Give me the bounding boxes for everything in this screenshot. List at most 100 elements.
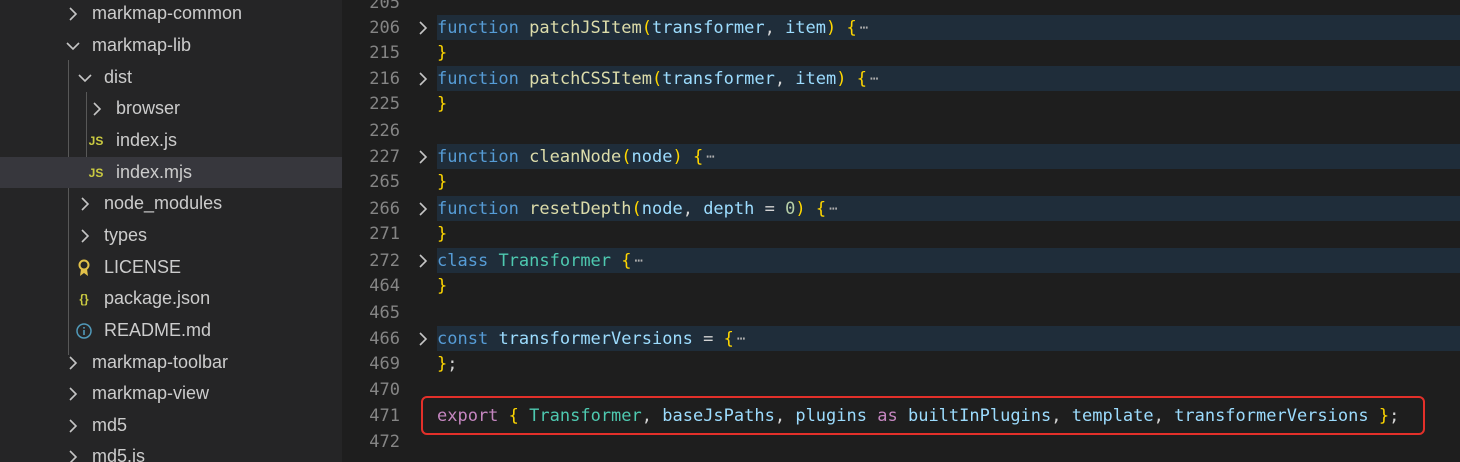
json-file-icon: {} (79, 291, 89, 306)
code-line: 206 function patchJSItem(transformer, it… (342, 15, 1460, 40)
tree-item-md5-js[interactable]: md5.js (0, 441, 342, 462)
chevron-right-icon (90, 101, 104, 117)
tree-item-md5[interactable]: md5 (0, 410, 342, 441)
line-number: 465 (369, 302, 400, 323)
tree-item-label: index.mjs (116, 162, 193, 182)
code-content: } (437, 42, 448, 63)
tree-item-markmap-toolbar[interactable]: markmap-toolbar (0, 347, 342, 378)
code-line: 225 } (342, 91, 1460, 116)
line-number: 215 (369, 42, 400, 63)
chevron-right-icon (66, 355, 80, 371)
annotation-highlight-box (421, 396, 1425, 435)
code-line: 465 (342, 300, 1460, 325)
chevron-right-icon[interactable] (416, 331, 430, 346)
tree-item-label: index.js (116, 130, 178, 150)
info-icon (76, 322, 92, 339)
code-line: 272 class Transformer {⋯ (342, 248, 1460, 273)
tree-item-markmap-common[interactable]: markmap-common (0, 0, 342, 29)
line-number: 271 (369, 223, 400, 244)
tree-item-readme[interactable]: README.md (0, 315, 342, 346)
tree-item-label: dist (104, 67, 133, 87)
fold-ellipsis: ⋯ (736, 330, 746, 347)
line-number: 205 (369, 0, 400, 13)
line-number: 265 (369, 171, 400, 192)
fold-ellipsis: ⋯ (634, 252, 643, 269)
tree-item-label: markmap-toolbar (92, 352, 229, 372)
tree-item-label: package.json (104, 288, 211, 308)
code-line: 205 (342, 0, 1460, 15)
chevron-right-icon[interactable] (416, 201, 430, 216)
tree-item-label: LICENSE (104, 257, 182, 277)
tree-item-label: markmap-common (92, 3, 243, 23)
line-number: 225 (369, 93, 400, 114)
line-number: 472 (369, 431, 400, 452)
code-line: 271 } (342, 221, 1460, 246)
code-line: 266 function resetDepth(node, depth = 0)… (342, 196, 1460, 221)
code-line: 227 function cleanNode(node) {⋯ (342, 144, 1460, 169)
code-content: function patchJSItem(transformer, item) … (437, 17, 869, 38)
line-number: 206 (369, 17, 400, 38)
js-file-icon: JS (88, 133, 104, 148)
tree-item-index-mjs[interactable]: JS index.mjs (0, 157, 342, 188)
chevron-down-icon (66, 38, 80, 54)
line-number: 470 (369, 379, 400, 400)
code-content: class Transformer {⋯ (437, 250, 643, 271)
tree-item-label: types (104, 225, 148, 245)
line-number: 466 (369, 328, 400, 349)
tree-item-license[interactable]: LICENSE (0, 252, 342, 283)
tree-item-label: markmap-view (92, 383, 210, 403)
tree-item-browser[interactable]: browser (0, 93, 342, 124)
tree-item-markmap-lib[interactable]: markmap-lib (0, 30, 342, 61)
line-number: 216 (369, 68, 400, 89)
fold-ellipsis: ⋯ (706, 148, 715, 165)
code-content: const transformerVersions = {⋯ (437, 328, 746, 349)
tree-item-package-json[interactable]: {} package.json (0, 283, 342, 314)
code-content: } (437, 171, 448, 192)
code-content: } (437, 223, 448, 244)
tree-item-dist[interactable]: dist (0, 62, 342, 93)
chevron-right-icon[interactable] (416, 149, 430, 164)
code-line: 216 function patchCSSItem(transformer, i… (342, 66, 1460, 91)
code-editor[interactable]: 205 206 function patchJSItem(transformer… (342, 0, 1460, 462)
code-line: 226 (342, 118, 1460, 143)
code-content: } (437, 93, 448, 114)
code-line: 215 } (342, 40, 1460, 65)
tree-item-label: node_modules (104, 193, 223, 213)
code-line: 464 } (342, 273, 1460, 298)
code-content: function cleanNode(node) {⋯ (437, 146, 715, 167)
fold-ellipsis: ⋯ (829, 200, 838, 217)
chevron-right-icon (78, 228, 92, 244)
fold-ellipsis: ⋯ (870, 70, 879, 87)
code-line: 265 } (342, 169, 1460, 194)
chevron-right-icon (66, 6, 80, 22)
line-number: 272 (369, 250, 400, 271)
chevron-right-icon[interactable] (416, 20, 430, 35)
code-line: 466 const transformerVersions = {⋯ (342, 326, 1460, 351)
code-content: } (437, 275, 448, 296)
tree-item-markmap-view[interactable]: markmap-view (0, 378, 342, 409)
chevron-right-icon (66, 418, 80, 434)
tree-item-label: browser (116, 98, 181, 118)
code-content: function patchCSSItem(transformer, item)… (437, 68, 879, 89)
tree-item-node-modules[interactable]: node_modules (0, 188, 342, 219)
chevron-right-icon (66, 386, 80, 402)
code-content: function resetDepth(node, depth = 0) {⋯ (437, 198, 838, 219)
line-number: 464 (369, 275, 400, 296)
tree-item-label: README.md (104, 320, 212, 340)
chevron-down-icon (78, 70, 92, 86)
line-number: 266 (369, 198, 400, 219)
chevron-right-icon (78, 196, 92, 212)
fold-ellipsis: ⋯ (859, 19, 869, 36)
tree-item-index-js[interactable]: JS index.js (0, 125, 342, 156)
line-number: 469 (369, 353, 400, 374)
code-content: }; (437, 353, 458, 374)
explorer-sidebar: markmap-common markmap-lib dist browser … (0, 0, 342, 462)
code-line: 469 }; (342, 351, 1460, 376)
chevron-right-icon (66, 449, 80, 462)
tree-item-label: md5.js (92, 446, 146, 462)
chevron-right-icon[interactable] (416, 71, 430, 86)
tree-item-label: markmap-lib (92, 35, 192, 55)
line-number: 471 (369, 405, 400, 426)
tree-item-types[interactable]: types (0, 220, 342, 251)
chevron-right-icon[interactable] (416, 253, 430, 268)
